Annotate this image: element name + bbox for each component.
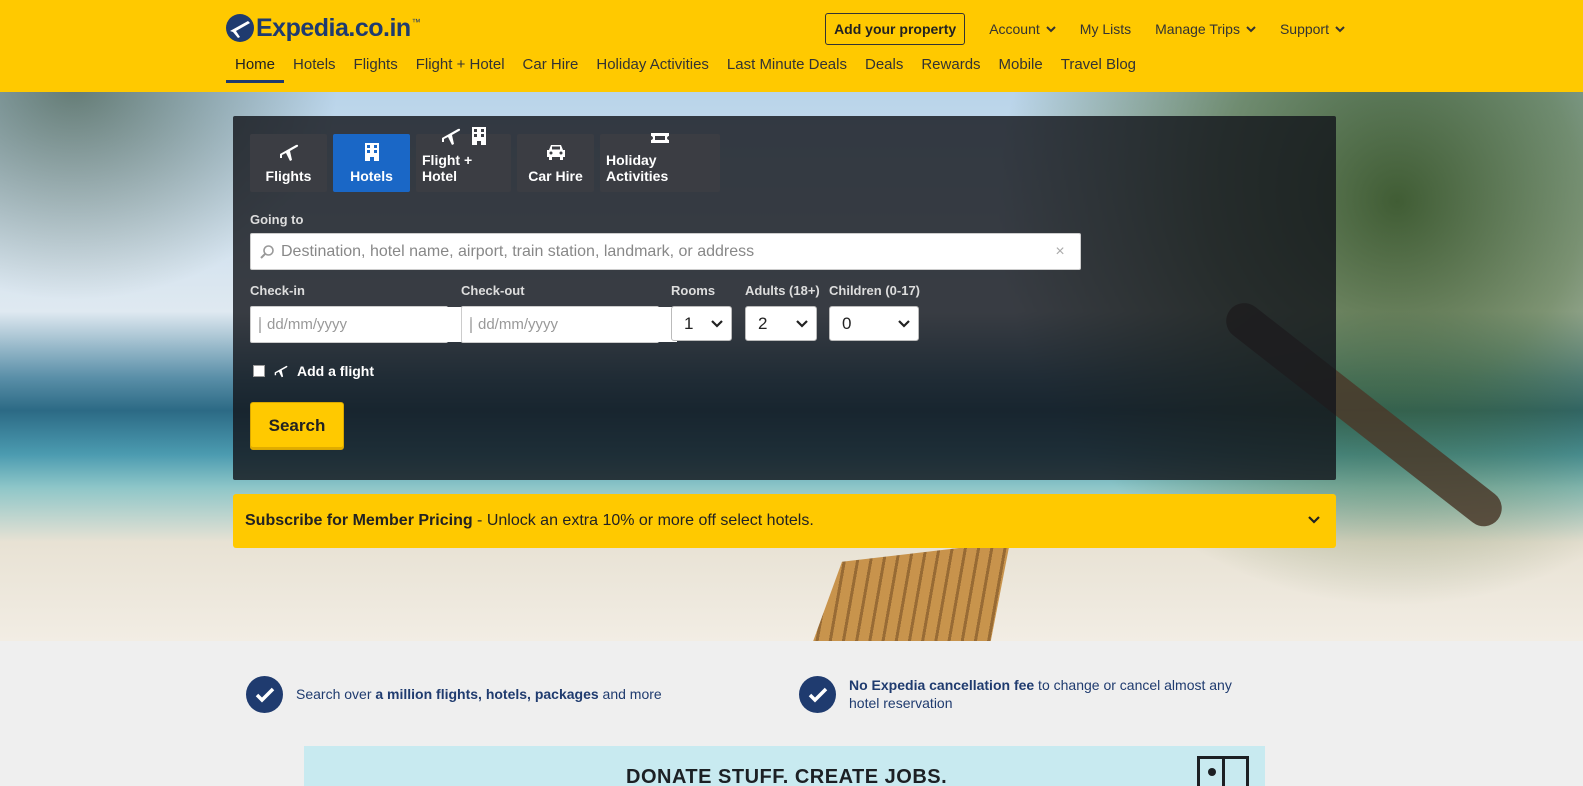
member-pricing-title: Subscribe for Member Pricing bbox=[245, 512, 473, 529]
ticket-icon bbox=[651, 133, 669, 143]
tab-label: Flights bbox=[265, 168, 312, 184]
going-to-label: Going to bbox=[250, 212, 304, 227]
support-menu[interactable]: Support bbox=[1280, 21, 1345, 37]
tab-hotels[interactable]: Hotels bbox=[333, 134, 410, 192]
add-property-button[interactable]: Add your property bbox=[825, 13, 966, 45]
logo-trademark: ™ bbox=[411, 17, 421, 27]
rooms-label: Rooms bbox=[671, 283, 716, 298]
nav-travel-blog[interactable]: Travel Blog bbox=[1052, 52, 1145, 83]
children-label: Children (0-17) bbox=[829, 283, 921, 298]
chevron-down-icon bbox=[711, 319, 723, 328]
benefit-text-bold: a million flights, hotels, packages bbox=[375, 686, 599, 702]
search-button[interactable]: Search bbox=[250, 402, 344, 450]
manage-trips-label: Manage Trips bbox=[1155, 21, 1240, 37]
benefit-search: Search over a million flights, hotels, p… bbox=[246, 676, 706, 713]
account-label: Account bbox=[989, 21, 1040, 37]
plane-icon bbox=[441, 128, 460, 145]
search-panel: Flights Hotels Flight + Hotel Car Hire H… bbox=[233, 116, 1336, 480]
chevron-down-icon bbox=[1046, 26, 1056, 33]
tab-car-hire[interactable]: Car Hire bbox=[517, 134, 594, 192]
plane-icon bbox=[279, 144, 298, 161]
chevron-down-icon bbox=[1308, 516, 1320, 524]
going-to-field: × bbox=[250, 233, 1081, 270]
tab-flight-hotel[interactable]: Flight + Hotel bbox=[416, 127, 511, 192]
main-nav: Home Hotels Flights Flight + Hotel Car H… bbox=[226, 52, 1145, 84]
member-pricing-bar[interactable]: Subscribe for Member Pricing - Unlock an… bbox=[233, 494, 1336, 548]
car-icon bbox=[546, 145, 565, 160]
checkout-field bbox=[461, 306, 677, 343]
tab-flights[interactable]: Flights bbox=[250, 134, 327, 192]
nav-holiday-activities[interactable]: Holiday Activities bbox=[587, 52, 718, 83]
logo-text: Expedia.co.in bbox=[256, 13, 411, 42]
nav-flights[interactable]: Flights bbox=[345, 52, 407, 83]
globe-plane-icon bbox=[226, 14, 254, 42]
hotel-building-icon bbox=[471, 127, 486, 145]
header-utility-links: Add your property Account My Lists Manag… bbox=[825, 13, 1345, 45]
tab-holiday-activities[interactable]: Holiday Activities bbox=[600, 133, 720, 192]
tab-label: Car Hire bbox=[528, 168, 583, 184]
adults-select[interactable]: 2 bbox=[745, 306, 817, 341]
tab-label: Hotels bbox=[350, 168, 393, 184]
tab-label: Holiday Activities bbox=[606, 152, 669, 184]
chevron-down-icon bbox=[796, 319, 808, 328]
add-flight-label: Add a flight bbox=[297, 363, 374, 379]
checkin-label: Check-in bbox=[250, 283, 305, 298]
checkout-label: Check-out bbox=[461, 283, 525, 298]
search-icon bbox=[260, 244, 274, 259]
add-flight-checkbox[interactable] bbox=[253, 365, 265, 377]
chevron-down-icon bbox=[1246, 26, 1256, 33]
checkin-input[interactable] bbox=[261, 307, 466, 342]
benefit-text: Search over a million flights, hotels, p… bbox=[296, 685, 662, 703]
support-label: Support bbox=[1279, 21, 1329, 37]
nav-flight-hotel[interactable]: Flight + Hotel bbox=[407, 52, 514, 83]
nav-rewards[interactable]: Rewards bbox=[912, 52, 989, 83]
checkin-field bbox=[250, 306, 466, 343]
nav-last-minute-deals[interactable]: Last Minute Deals bbox=[718, 52, 856, 83]
benefit-cancellation: No Expedia cancellation fee to change or… bbox=[799, 676, 1259, 713]
benefit-text-post: and more bbox=[598, 686, 662, 702]
door-icon bbox=[1197, 756, 1249, 786]
site-header: Expedia.co.in ™ Add your property Accoun… bbox=[0, 0, 1583, 92]
rooms-value: 1 bbox=[684, 313, 694, 333]
tab-label: Flight + Hotel bbox=[422, 152, 473, 184]
checkout-input[interactable] bbox=[472, 307, 677, 342]
nav-hotels[interactable]: Hotels bbox=[284, 52, 345, 83]
benefit-text-pre: Search over bbox=[296, 686, 376, 702]
hotel-building-icon bbox=[364, 143, 379, 161]
beach-chair bbox=[813, 542, 1010, 641]
nav-deals[interactable]: Deals bbox=[856, 52, 912, 83]
nav-mobile[interactable]: Mobile bbox=[990, 52, 1052, 83]
benefit-text-bold: No Expedia cancellation fee bbox=[849, 677, 1035, 693]
plane-icon bbox=[274, 365, 288, 378]
nav-home[interactable]: Home bbox=[226, 52, 285, 83]
my-lists-link[interactable]: My Lists bbox=[1080, 21, 1131, 37]
going-to-input[interactable] bbox=[275, 234, 1050, 269]
adults-value: 2 bbox=[758, 313, 768, 333]
promo-banner[interactable]: DONATE STUFF. CREATE JOBS. bbox=[304, 746, 1265, 786]
chevron-down-icon bbox=[898, 319, 910, 328]
account-menu[interactable]: Account bbox=[989, 21, 1056, 37]
clear-icon[interactable]: × bbox=[1050, 243, 1070, 261]
banner-text: DONATE STUFF. CREATE JOBS. bbox=[626, 766, 948, 786]
chevron-down-icon bbox=[1335, 26, 1345, 33]
expedia-logo[interactable]: Expedia.co.in ™ bbox=[226, 12, 421, 44]
checkmark-icon bbox=[799, 676, 836, 713]
manage-trips-menu[interactable]: Manage Trips bbox=[1155, 21, 1256, 37]
benefit-text: No Expedia cancellation fee to change or… bbox=[849, 676, 1249, 712]
search-tabs: Flights Hotels Flight + Hotel Car Hire H… bbox=[250, 127, 720, 192]
nav-car-hire[interactable]: Car Hire bbox=[514, 52, 588, 83]
rooms-select[interactable]: 1 bbox=[671, 306, 732, 341]
children-select[interactable]: 0 bbox=[829, 306, 919, 341]
add-flight-option[interactable]: Add a flight bbox=[253, 363, 374, 379]
adults-label: Adults (18+) bbox=[745, 283, 820, 298]
member-pricing-text: - Unlock an extra 10% or more off select… bbox=[472, 512, 814, 529]
checkmark-icon bbox=[246, 676, 283, 713]
children-value: 0 bbox=[842, 313, 852, 333]
